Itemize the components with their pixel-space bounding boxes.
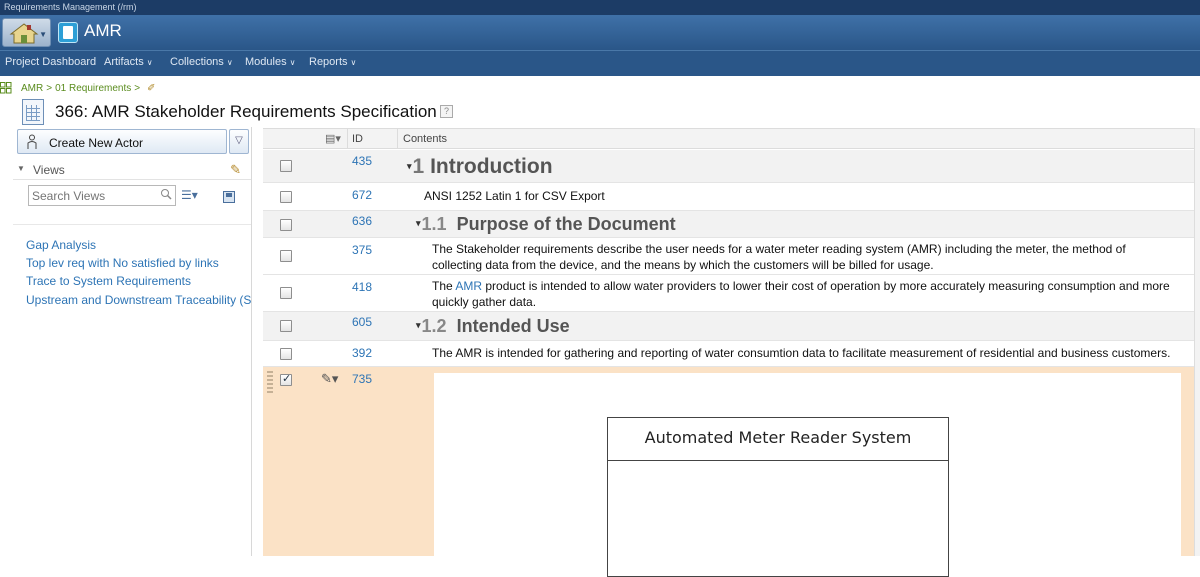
chevron-down-icon: ∨ xyxy=(289,58,296,67)
page-title: 366: AMR Stakeholder Requirements Specif… xyxy=(55,102,437,121)
column-options-icon[interactable]: ▤▾ xyxy=(325,132,341,145)
system-boundary-box: Automated Meter Reader System xyxy=(607,417,949,577)
chevron-down-icon: ∨ xyxy=(226,58,233,67)
row-checkbox[interactable] xyxy=(280,219,292,231)
collapse-arrow-icon[interactable]: ▾ xyxy=(407,161,412,171)
view-link-upstream-downstream[interactable]: Upstream and Downstream Traceability (Sa xyxy=(26,293,251,307)
home-icon xyxy=(9,23,39,44)
view-list-menu-icon[interactable]: ☰▾ xyxy=(181,188,198,202)
row-id-link[interactable]: 392 xyxy=(352,346,372,360)
nav-project-dashboard[interactable]: Project Dashboard xyxy=(5,56,96,68)
search-icon[interactable] xyxy=(160,188,172,200)
breadcrumb: AMR >01 Requirements > ✐ xyxy=(21,83,155,94)
help-icon[interactable]: ? xyxy=(440,105,453,118)
row-id-link[interactable]: 605 xyxy=(352,315,372,329)
chevron-down-icon: ∨ xyxy=(146,58,153,67)
amr-link[interactable]: AMR xyxy=(455,279,482,293)
nav-modules[interactable]: Modules ∨ xyxy=(245,56,295,68)
module-document-icon xyxy=(22,99,44,125)
view-link-trace-system[interactable]: Trace to System Requirements xyxy=(26,274,191,288)
row-text: The Stakeholder requirements describe th… xyxy=(432,242,1126,272)
actor-icon xyxy=(27,134,37,149)
row-checkbox[interactable] xyxy=(280,348,292,360)
grid-icon[interactable] xyxy=(0,82,12,94)
row-checkbox[interactable] xyxy=(280,320,292,332)
drag-handle[interactable] xyxy=(267,371,273,393)
chevron-down-icon: ∨ xyxy=(350,58,357,67)
row-id-link[interactable]: 735 xyxy=(352,372,372,386)
column-header-id[interactable]: ID xyxy=(352,133,363,145)
row-checkbox[interactable] xyxy=(280,287,292,299)
row-text: The AMR product is intended to allow wat… xyxy=(432,279,1170,309)
table-row-selected[interactable]: ✎▾ 735 Automated Meter Reader System xyxy=(263,367,1200,577)
breadcrumb-item-requirements[interactable]: 01 Requirements xyxy=(55,83,131,94)
chevron-down-icon: ▽ xyxy=(235,135,243,146)
collapse-arrow-icon[interactable]: ▾ xyxy=(416,320,421,330)
collapse-triangle-icon: ▼ xyxy=(17,164,25,173)
table-row[interactable]: 605 ▾1.2 Intended Use xyxy=(263,312,1200,341)
nav-artifacts[interactable]: Artifacts ∨ xyxy=(104,56,153,68)
chevron-down-icon: ▼ xyxy=(39,30,47,39)
create-button-label: Create New Actor xyxy=(49,136,144,150)
main-nav: Project Dashboard Artifacts ∨ Collections… xyxy=(0,50,1200,76)
edit-pencil-icon[interactable]: ✎▾ xyxy=(321,371,338,387)
row-checkbox[interactable] xyxy=(280,160,292,172)
breadcrumb-separator: > xyxy=(46,83,53,94)
heading-2: ▾1.2 Intended Use xyxy=(416,316,570,336)
heading-1: ▾1 Introduction xyxy=(407,155,553,178)
table-row[interactable]: 418 The AMR product is intended to allow… xyxy=(263,275,1200,312)
project-name[interactable]: AMR xyxy=(84,21,122,41)
row-text: ANSI 1252 Latin 1 for CSV Export xyxy=(424,189,605,203)
create-new-actor-button[interactable]: Create New Actor xyxy=(17,129,227,154)
row-id-link[interactable]: 418 xyxy=(352,280,372,294)
nav-reports[interactable]: Reports ∨ xyxy=(309,56,356,68)
row-id-link[interactable]: 636 xyxy=(352,214,372,228)
scrollbar[interactable] xyxy=(1194,128,1200,556)
search-views-input[interactable] xyxy=(29,186,154,205)
module-grid: ▤▾ ID Contents 435 ▾1 Introduction 672 A… xyxy=(263,128,1200,577)
title-bar: ▼ AMR xyxy=(0,15,1200,50)
column-header-contents[interactable]: Contents xyxy=(403,133,447,145)
row-text: The AMR is intended for gathering and re… xyxy=(432,346,1171,360)
row-id-link[interactable]: 375 xyxy=(352,243,372,257)
divider xyxy=(13,224,251,225)
left-panel: Create New Actor ▽ ▼ Views ✎ ☰▾ Gap Anal… xyxy=(13,127,252,556)
search-views-field xyxy=(28,185,176,206)
column-divider xyxy=(397,129,398,149)
app-strip-title: Requirements Management (/rm) xyxy=(0,0,1200,15)
pin-icon[interactable]: ✐ xyxy=(147,83,155,94)
breadcrumb-item-amr[interactable]: AMR xyxy=(21,83,43,94)
system-box-title: Automated Meter Reader System xyxy=(608,418,948,461)
row-id-link[interactable]: 672 xyxy=(352,188,372,202)
table-row[interactable]: 636 ▾1.1 Purpose of the Document xyxy=(263,211,1200,238)
view-link-gap-analysis[interactable]: Gap Analysis xyxy=(26,238,96,252)
project-icon xyxy=(58,22,78,43)
views-section-header[interactable]: ▼ Views ✎ xyxy=(13,160,251,180)
table-row[interactable]: 672 ANSI 1252 Latin 1 for CSV Export xyxy=(263,183,1200,211)
view-link-top-level[interactable]: Top lev req with No satisfied by links xyxy=(26,256,219,270)
nav-collections[interactable]: Collections ∨ xyxy=(170,56,233,68)
row-id-link[interactable]: 435 xyxy=(352,154,372,168)
row-checkbox[interactable] xyxy=(280,191,292,203)
save-icon[interactable] xyxy=(223,191,235,203)
row-checkbox[interactable] xyxy=(280,372,292,386)
collapse-arrow-icon[interactable]: ▾ xyxy=(416,218,421,228)
home-button[interactable]: ▼ xyxy=(2,18,51,47)
breadcrumb-separator: > xyxy=(134,83,141,94)
heading-2: ▾1.1 Purpose of the Document xyxy=(416,214,676,234)
row-checkbox[interactable] xyxy=(280,250,292,262)
grid-header: ▤▾ ID Contents xyxy=(263,128,1200,149)
diagram-canvas: Automated Meter Reader System xyxy=(434,373,1181,577)
clear-filter-icon[interactable]: ✎ xyxy=(230,162,241,178)
table-row[interactable]: 435 ▾1 Introduction xyxy=(263,150,1200,183)
table-row[interactable]: 375 The Stakeholder requirements describ… xyxy=(263,238,1200,275)
table-row[interactable]: 392 The AMR is intended for gathering an… xyxy=(263,341,1200,367)
create-dropdown-button[interactable]: ▽ xyxy=(229,129,249,154)
column-divider xyxy=(347,129,348,149)
views-label: Views xyxy=(33,163,65,177)
